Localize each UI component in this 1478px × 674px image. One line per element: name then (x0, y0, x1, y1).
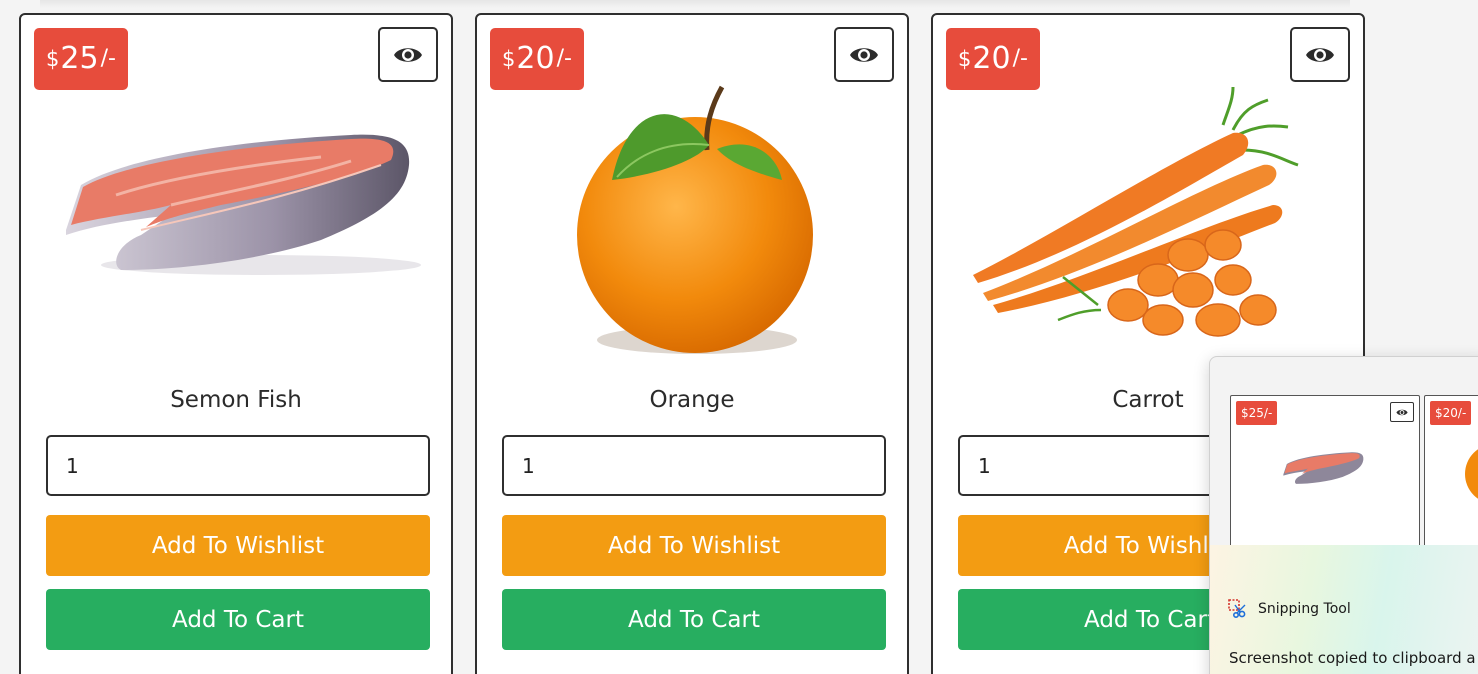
screenshot-thumbnail[interactable]: $25/- (1230, 395, 1420, 557)
carrots-image (973, 86, 1299, 337)
thumb-orange-image (1465, 444, 1478, 504)
add-to-wishlist-button[interactable]: Add To Wishlist (502, 515, 886, 576)
notification-title: Snipping Tool (1228, 599, 1351, 619)
eye-icon (850, 47, 878, 62)
orange-image (577, 85, 813, 354)
snipping-tool-icon (1228, 599, 1246, 619)
product-card-orange: $20/- Orange Add To Wishlist Add (475, 13, 909, 674)
app-name: Snipping Tool (1258, 601, 1351, 617)
eye-icon (1306, 47, 1334, 62)
thumb-price-badge: $20/- (1430, 401, 1472, 425)
screenshot-thumbnail-2[interactable]: $20/- (1424, 395, 1478, 557)
page: $25/- Semon Fish Add To Wishlist (0, 0, 1478, 674)
snipping-tool-notification[interactable]: $25/- $20/- Snipping Tool Screenshot cop… (1209, 356, 1478, 674)
product-name: Semon Fish (170, 387, 302, 413)
notification-message: Screenshot copied to clipboard a (1229, 649, 1476, 667)
eye-icon (394, 47, 422, 62)
add-to-cart-button[interactable]: Add To Cart (502, 589, 886, 650)
product-card-semon-fish: $25/- Semon Fish Add To Wishlist (19, 13, 453, 674)
salmon-steak-image (66, 134, 421, 275)
notification-body: Snipping Tool Screenshot copied to clipb… (1210, 545, 1478, 674)
quantity-input[interactable] (502, 435, 886, 496)
thumb-price-badge: $25/- (1236, 401, 1278, 425)
top-shadow (40, 0, 1350, 8)
quantity-input[interactable] (46, 435, 430, 496)
thumb-salmon-image (1283, 452, 1364, 484)
thumb-eye-icon (1390, 402, 1414, 422)
add-to-wishlist-button[interactable]: Add To Wishlist (46, 515, 430, 576)
product-name: Orange (649, 387, 735, 413)
add-to-cart-button[interactable]: Add To Cart (46, 589, 430, 650)
